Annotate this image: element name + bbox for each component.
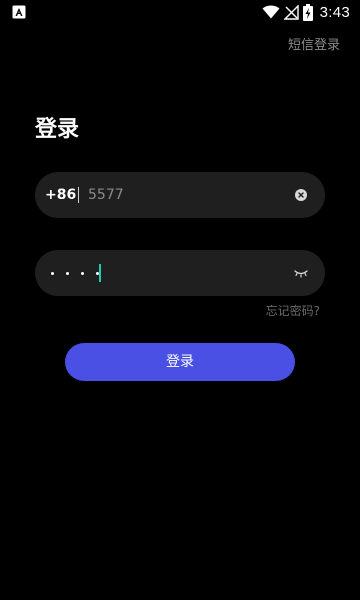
phone-input[interactable]: 5577 — [88, 172, 124, 218]
no-signal-icon — [283, 4, 299, 20]
page-title: 登录 — [35, 117, 80, 142]
battery-charging-icon — [302, 3, 313, 21]
eye-closed-icon[interactable] — [293, 267, 309, 279]
wifi-icon — [262, 5, 280, 19]
password-dot — [66, 271, 69, 275]
password-input[interactable] — [51, 250, 99, 296]
status-icons: 3:43 — [262, 2, 350, 22]
password-dot — [81, 271, 84, 275]
app-notification-icon — [12, 5, 26, 19]
clear-icon[interactable] — [295, 189, 307, 201]
password-field[interactable] — [35, 250, 325, 296]
text-cursor — [99, 264, 101, 282]
login-button[interactable]: 登录 — [65, 343, 295, 381]
status-time: 3:43 — [319, 3, 350, 21]
sms-login-link[interactable]: 短信登录 — [288, 34, 340, 53]
status-bar: 3:43 — [0, 0, 360, 24]
country-code-selector[interactable]: +86 — [45, 172, 76, 218]
password-dot — [51, 271, 54, 275]
forgot-password-link[interactable]: 忘记密码? — [266, 302, 320, 319]
phone-field[interactable]: +86 5577 — [35, 172, 325, 218]
divider — [78, 187, 79, 203]
